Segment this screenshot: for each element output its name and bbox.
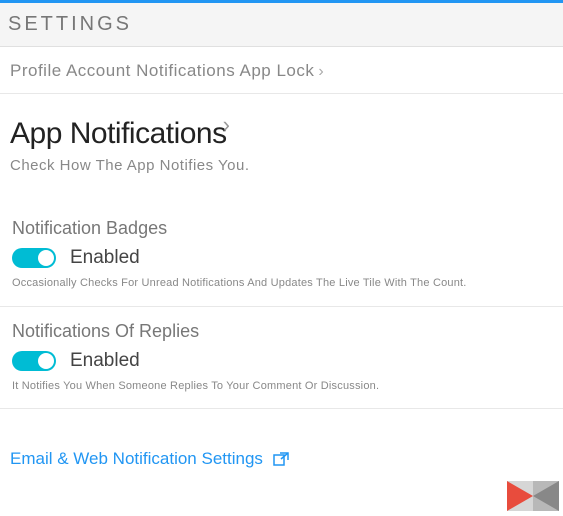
toggle-notification-badges[interactable] xyxy=(12,248,56,268)
section-description: It Notifies You When Someone Replies To … xyxy=(12,378,553,395)
link-section: Email & Web Notification Settings xyxy=(0,409,563,479)
page-header-title: SETTINGS xyxy=(8,13,555,36)
toggle-state-label: Enabled xyxy=(70,247,140,269)
page-title: App Notifications› xyxy=(10,112,553,151)
brand-logo xyxy=(507,481,559,511)
external-link-icon xyxy=(273,452,289,466)
page-subtitle: Check How The App Notifies You. xyxy=(10,157,553,174)
section-description: Occasionally Checks For Unread Notificat… xyxy=(12,275,553,292)
section-notifications-replies: Notifications Of Replies Enabled It Noti… xyxy=(0,307,563,410)
section-notification-badges: Notification Badges Enabled Occasionally… xyxy=(0,204,563,307)
link-label: Email & Web Notification Settings xyxy=(10,449,263,469)
page-title-text: App Notifications xyxy=(10,117,227,150)
tab-bar[interactable]: Profile Account Notifications App Lock› xyxy=(0,47,563,94)
toggle-notifications-replies[interactable] xyxy=(12,351,56,371)
page-heading-block: App Notifications› Check How The App Not… xyxy=(0,94,563,184)
section-title: Notifications Of Replies xyxy=(12,321,553,342)
email-web-notification-settings-link[interactable]: Email & Web Notification Settings xyxy=(10,449,553,469)
toggle-row: Enabled xyxy=(12,247,553,269)
toggle-row: Enabled xyxy=(12,350,553,372)
section-title: Notification Badges xyxy=(12,218,553,239)
chevron-right-icon: › xyxy=(223,112,230,137)
chevron-right-icon: › xyxy=(318,63,324,80)
toggle-state-label: Enabled xyxy=(70,350,140,372)
page-header: SETTINGS xyxy=(0,3,563,47)
tab-labels[interactable]: Profile Account Notifications App Lock xyxy=(10,61,314,80)
